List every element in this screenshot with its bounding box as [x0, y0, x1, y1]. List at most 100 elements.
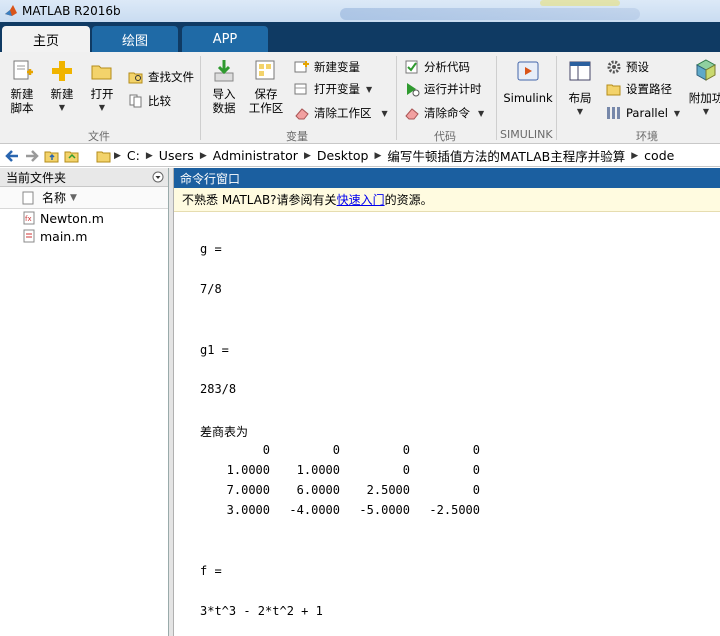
- breadcrumb-item[interactable]: C:: [121, 148, 146, 163]
- sort-arrow-icon: ▼: [70, 192, 77, 203]
- open-label: 打开: [90, 87, 114, 101]
- table-cell: 6.0000: [296, 483, 340, 497]
- breadcrumb-item[interactable]: Users: [153, 148, 200, 163]
- getting-started-link[interactable]: 快速入门: [337, 191, 385, 208]
- name-column-header[interactable]: 名称 ▼: [0, 187, 168, 209]
- table-cell: 0: [472, 443, 480, 457]
- command-window[interactable]: 命令行窗口 不熟悉 MATLAB?请参阅有关 快速入门 的资源。 g = 7/8…: [174, 168, 720, 636]
- table-cell: 3.0000: [226, 503, 270, 517]
- group-divider: [556, 56, 557, 140]
- group-divider: [496, 56, 497, 140]
- file-item-main[interactable]: main.m: [0, 227, 168, 245]
- dropdown-arrow-icon: ▼: [58, 103, 66, 112]
- add-ons-button[interactable]: 附加功 ▼: [688, 58, 720, 119]
- output-line: 283/8: [200, 382, 237, 396]
- breadcrumb: ▶ C: ▶ Users ▶ Administrator ▶ Desktop ▶…: [114, 146, 680, 165]
- tab-strip: 主页 绘图 APP: [0, 22, 720, 52]
- find-files-icon: [128, 72, 143, 84]
- breadcrumb-separator-icon: ▶: [145, 150, 153, 161]
- window-title: MATLAB R2016b: [22, 4, 121, 18]
- run-and-time-button[interactable]: 运行并计时: [404, 80, 482, 98]
- breadcrumb-separator-icon: ▶: [303, 150, 311, 161]
- new-button[interactable]: 新建 ▼: [46, 58, 78, 115]
- find-files-button[interactable]: 查找文件: [128, 68, 194, 86]
- up-folder-icon[interactable]: [44, 148, 60, 164]
- table-cell: -2.5000: [429, 503, 480, 517]
- set-path-button[interactable]: 设置路径: [606, 80, 672, 98]
- tab-home[interactable]: 主页: [2, 26, 90, 52]
- simulink-button[interactable]: Simulink: [500, 58, 556, 105]
- simulink-icon: [517, 61, 539, 81]
- breadcrumb-item[interactable]: Administrator: [207, 148, 304, 163]
- output-line: 差商表为: [200, 425, 249, 439]
- set-path-label: 设置路径: [626, 82, 672, 96]
- table-cell: 0: [332, 443, 340, 457]
- table-cell: -5.0000: [359, 503, 410, 517]
- group-label-file: 文件: [88, 130, 110, 143]
- file-name: Newton.m: [40, 210, 104, 226]
- tab-plots[interactable]: 绘图: [92, 26, 178, 52]
- compare-button[interactable]: 比较: [128, 92, 171, 110]
- breadcrumb-separator-icon: ▶: [199, 150, 207, 161]
- dropdown-arrow-icon: ▼: [381, 108, 388, 118]
- table-cell: 0: [472, 483, 480, 497]
- new-script-button[interactable]: 新建 脚本: [4, 58, 40, 115]
- breadcrumb-separator-icon: ▶: [114, 150, 121, 161]
- preferences-button[interactable]: 预设: [606, 58, 649, 76]
- breadcrumb-item[interactable]: Desktop: [311, 148, 375, 163]
- open-variable-button[interactable]: 打开变量 ▼: [294, 80, 372, 98]
- title-bar: MATLAB R2016b: [0, 0, 720, 22]
- parallel-button[interactable]: Parallel ▼: [606, 104, 680, 122]
- table-cell: 0: [402, 463, 410, 477]
- group-label-simulink: SIMULINK: [500, 128, 553, 141]
- file-item-newton[interactable]: fx Newton.m: [0, 209, 168, 227]
- table-cell: 0: [402, 443, 410, 457]
- browse-folder-icon[interactable]: [64, 148, 80, 164]
- open-variable-label: 打开变量: [314, 82, 360, 96]
- name-column-label: 名称: [42, 191, 67, 205]
- save-workspace-button[interactable]: 保存 工作区: [246, 58, 286, 115]
- blurred-region: [340, 8, 640, 20]
- back-arrow-icon[interactable]: [4, 148, 20, 164]
- new-script-label-1: 新建: [10, 87, 34, 101]
- layout-label: 布局: [568, 91, 592, 105]
- new-script-icon: [13, 60, 33, 80]
- current-folder-title: 当前文件夹: [6, 170, 67, 185]
- layout-button[interactable]: 布局 ▼: [562, 58, 598, 119]
- preferences-label: 预设: [626, 60, 649, 74]
- new-variable-button[interactable]: 新建变量: [294, 58, 360, 76]
- group-label-environment: 环境: [636, 130, 658, 143]
- run-and-time-label: 运行并计时: [424, 82, 482, 96]
- output-line: g1 =: [200, 343, 229, 357]
- clear-commands-label: 清除命令: [424, 106, 470, 120]
- new-label: 新建: [50, 87, 74, 101]
- new-variable-label: 新建变量: [314, 60, 360, 74]
- clear-workspace-button[interactable]: 清除工作区 ▼: [294, 104, 388, 122]
- breadcrumb-separator-icon: ▶: [374, 150, 382, 161]
- save-workspace-icon: [255, 60, 275, 80]
- breadcrumb-item[interactable]: 编写牛顿插值方法的MATLAB主程序并验算: [381, 146, 631, 165]
- forward-arrow-icon[interactable]: [24, 148, 40, 164]
- set-path-icon: [606, 84, 621, 96]
- group-label-variable: 变量: [286, 130, 308, 143]
- group-label-code: 代码: [434, 130, 456, 143]
- clear-commands-button[interactable]: 清除命令 ▼: [404, 104, 484, 122]
- tab-apps[interactable]: APP: [182, 26, 268, 52]
- gear-icon: [607, 60, 621, 74]
- open-button[interactable]: 打开 ▼: [86, 58, 118, 115]
- new-variable-icon: [294, 61, 309, 73]
- new-script-label-2: 脚本: [10, 101, 34, 115]
- add-ons-icon: [695, 59, 717, 81]
- analyze-code-icon: [405, 60, 418, 74]
- plus-icon: [52, 61, 72, 81]
- breadcrumb-separator-icon: ▶: [631, 150, 639, 161]
- clear-workspace-label: 清除工作区: [314, 106, 372, 120]
- analyze-code-button[interactable]: 分析代码: [404, 58, 470, 76]
- add-ons-label: 附加功: [688, 91, 720, 105]
- file-name: main.m: [40, 228, 88, 244]
- breadcrumb-item[interactable]: code: [638, 148, 680, 163]
- import-data-button[interactable]: 导入 数据: [206, 58, 242, 115]
- panel-menu-icon[interactable]: [152, 171, 164, 183]
- table-cell: 0: [472, 463, 480, 477]
- output-line: 7/8: [200, 282, 222, 296]
